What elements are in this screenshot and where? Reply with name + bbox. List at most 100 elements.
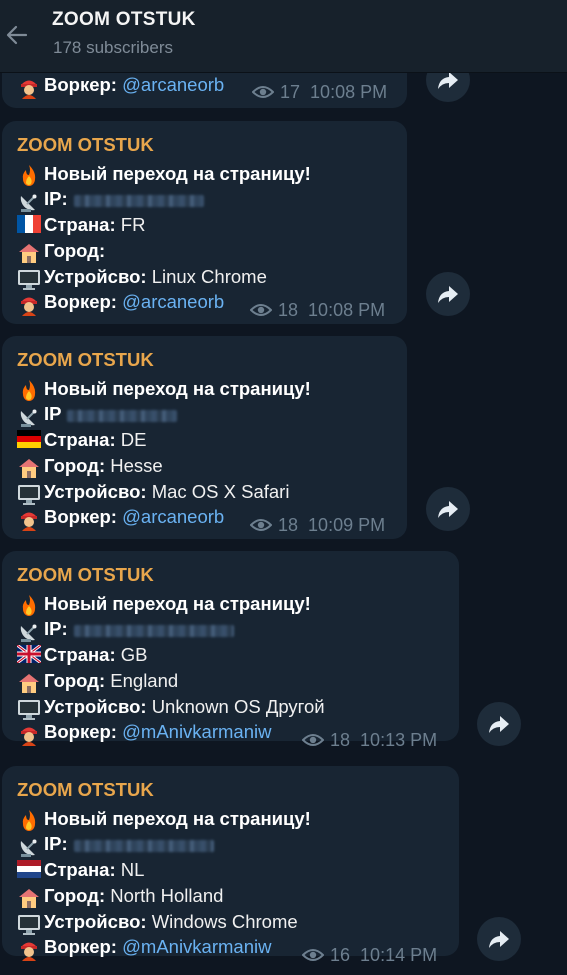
device-row: Устройсво: Linux Chrome [17,265,267,290]
forward-button[interactable] [477,917,521,961]
message-sender[interactable]: ZOOM OTSTUK [17,134,154,156]
device-row: Устройсво: Unknown OS Другой [17,695,325,720]
country-row: Страна: DE [17,428,146,452]
worker-emoji-icon [17,721,44,747]
country-row: Страна: FR [17,213,145,237]
fire-icon [17,808,44,832]
device-value: Windows Chrome [151,910,298,932]
city-row: Город: North Holland [17,884,223,908]
message-meta: 18 10:13 PM [301,728,438,752]
house-icon [17,670,44,694]
message-sender[interactable]: ZOOM OTSTUK [17,779,154,801]
country-value: DE [120,429,147,451]
message-sender[interactable]: ZOOM OTSTUK [17,564,154,586]
worker-label: Воркер: [44,506,117,528]
headline-text: Новый переход на страницу! [44,592,311,614]
worker-emoji-icon [17,74,44,100]
worker-row: Воркер: @arcaneorb [17,73,224,100]
worker-emoji-icon [17,291,44,317]
view-count: 18 [278,515,299,536]
worker-label: Воркер: [44,936,117,958]
worker-row: Воркер: @arcaneorb [17,505,224,532]
headline-text: Новый переход на страницу! [44,162,311,184]
ip-row: IP: [17,832,214,858]
worker-emoji-icon [17,506,44,532]
monitor-icon [17,481,44,505]
worker-row: Воркер: @mAnivkarmaniw [17,720,271,747]
worker-row: Воркер: @arcaneorb [17,290,224,317]
worker-link[interactable]: @arcaneorb [122,506,224,527]
satellite-antenna-icon [17,189,44,213]
country-value: NL [120,859,145,881]
eye-icon [249,518,273,531]
ip-row: IP: [17,187,204,213]
worker-link[interactable]: @mAnivkarmaniw [122,936,271,957]
ip-row: IP: [17,617,234,643]
device-label: Устройсво: [44,265,147,287]
view-count: 18 [330,730,351,751]
city-row: Город: Hesse [17,454,163,478]
country-value: FR [120,214,146,236]
country-row: Страна: GB [17,643,148,667]
message-bubble[interactable]: ZOOM OTSTUK Новый переход на страницу! IP:… [2,551,459,750]
device-row: Устройсво: Windows Chrome [17,910,298,935]
message-bubble[interactable]: ZOOM OTSTUK Новый переход на страницу! IP С… [2,336,407,539]
view-count: 18 [278,300,299,321]
satellite-antenna-icon [17,834,44,858]
view-count: 16 [330,945,351,966]
worker-label: Воркер: [44,74,117,95]
ip-redacted [67,409,178,422]
message-bubble[interactable]: ZOOM OTSTUK Новый переход на страницу! IP:… [2,766,459,965]
message-sender[interactable]: ZOOM OTSTUK [17,349,154,371]
device-value: Unknown OS Другой [151,695,325,717]
house-icon [17,240,44,264]
view-count: 17 [280,82,301,102]
message-time: 10:13 PM [360,730,438,751]
worker-link[interactable]: @arcaneorb [122,74,224,95]
chat-header: ZOOM OTSTUK 178 subscribers [0,0,567,73]
ip-label: IP: [44,833,68,855]
satellite-antenna-icon [17,619,44,643]
device-label: Устройсво: [44,695,147,717]
message-time: 10:09 PM [308,515,386,536]
country-flag-icon [17,644,44,668]
device-label: Устройсво: [44,480,147,502]
house-icon [17,455,44,479]
forward-button[interactable] [426,487,470,531]
city-value: England [110,669,179,691]
country-label: Страна: [44,214,116,236]
back-arrow-icon[interactable] [4,18,30,52]
message-meta: 16 10:14 PM [301,943,437,967]
house-icon [17,885,44,909]
share-arrow-icon [489,716,509,733]
worker-row: Воркер: @mAnivkarmaniw [17,935,271,962]
country-flag-icon [17,214,44,238]
worker-link[interactable]: @arcaneorb [122,291,224,312]
city-value: Hesse [110,454,163,476]
ip-label: IP: [44,188,68,210]
country-flag-icon [17,859,44,883]
channel-title[interactable]: ZOOM OTSTUK [52,9,196,31]
forward-button[interactable] [426,272,470,316]
message-time: 10:08 PM [310,82,388,102]
eye-icon [301,733,325,746]
city-value: North Holland [110,884,224,906]
message-bubble[interactable]: ZOOM OTSTUK Новый переход на страницу! IP:… [2,121,407,324]
device-value: Linux Chrome [151,265,267,287]
device-value: Mac OS X Safari [151,480,290,502]
worker-label: Воркер: [44,291,117,313]
forward-button[interactable] [477,702,521,746]
country-label: Страна: [44,644,116,666]
message-meta: 17 10:08 PM [251,80,388,104]
monitor-icon [17,696,44,720]
satellite-antenna-icon [17,404,44,428]
city-label: Город: [44,884,106,906]
monitor-icon [17,266,44,290]
city-row: Город: England [17,669,178,693]
monitor-icon [17,911,44,935]
worker-link[interactable]: @mAnivkarmaniw [122,721,271,742]
ip-label: IP: [44,618,68,640]
worker-label: Воркер: [44,721,117,743]
fire-icon [17,378,44,402]
ip-row: IP [17,402,178,428]
